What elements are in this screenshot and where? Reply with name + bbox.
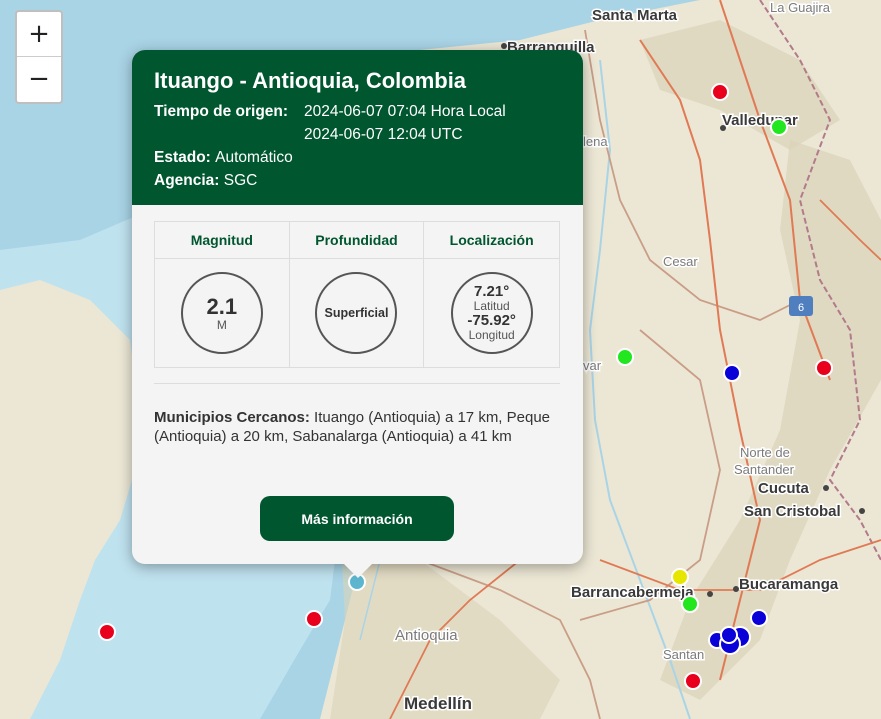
label-san-cristobal: San Cristobal	[744, 503, 841, 520]
depth-value: Superficial	[324, 306, 389, 320]
label-medellin: Medellín	[404, 694, 472, 713]
quake-marker[interactable]	[720, 626, 738, 644]
latitude-value: 7.21°	[474, 283, 510, 300]
popup-header: Ituango - Antioquia, Colombia Tiempo de …	[132, 50, 583, 205]
label-bolivar: var	[583, 358, 602, 373]
city-dot-san-cristobal	[859, 508, 865, 514]
status-value: Automático	[215, 149, 293, 166]
quake-marker[interactable]	[723, 364, 741, 382]
longitude-label: Longitud	[468, 328, 515, 342]
label-bucaramanga: Bucaramanga	[739, 576, 839, 593]
city-dot-barranquilla	[501, 43, 507, 49]
magnitude-value: 2.1	[206, 293, 238, 319]
nearby-municipalities: Municipios Cercanos: Ituango (Antioquia)…	[154, 408, 564, 446]
depth-cell: Superficial	[290, 259, 425, 367]
route-shield-label: 6	[798, 302, 804, 314]
label-la-guajira: La Guajira	[770, 0, 831, 15]
origin-time-row: Tiempo de origen: 2024-06-07 07:04 Hora …	[154, 100, 561, 123]
magnitude-cell: 2.1 M	[155, 259, 290, 367]
city-dot-barrancabermeja	[707, 591, 713, 597]
depth-header: Profundidad	[289, 222, 425, 259]
city-dot-bucaramanga	[733, 586, 739, 592]
label-antioquia: Antioquia	[395, 627, 458, 644]
quake-marker[interactable]	[750, 609, 768, 627]
city-dot-valledupar	[720, 125, 726, 131]
popup-divider	[154, 383, 560, 384]
utc-time-row: 2024-06-07 12:04 UTC	[154, 123, 561, 146]
label-norte-de-santander-1: Norte de	[740, 445, 790, 460]
quake-marker[interactable]	[770, 118, 788, 136]
status-label: Estado:	[154, 149, 211, 166]
magnitude-header: Magnitud	[155, 222, 290, 259]
popup-tip	[344, 564, 372, 578]
earthquake-popup: Ituango - Antioquia, Colombia Tiempo de …	[132, 50, 583, 578]
origin-time-label: Tiempo de origen:	[154, 103, 289, 120]
label-magdalena: lena	[583, 134, 608, 149]
stats-table: Magnitud Profundidad Localización 2.1 M …	[154, 221, 560, 368]
quake-marker[interactable]	[305, 610, 323, 628]
status-row: Estado: Automático	[154, 146, 561, 169]
agency-row: Agencia: SGC	[154, 169, 561, 192]
agency-label: Agencia:	[154, 172, 220, 189]
magnitude-unit: M	[216, 317, 227, 332]
location-cell: 7.21° Latitud -75.92° Longitud	[424, 259, 559, 367]
quake-marker[interactable]	[616, 348, 634, 366]
quake-marker[interactable]	[684, 672, 702, 690]
nearby-label: Municipios Cercanos:	[154, 409, 310, 426]
label-santa-marta: Santa Marta	[592, 7, 678, 24]
quake-marker[interactable]	[711, 83, 729, 101]
agency-value: SGC	[223, 172, 258, 189]
local-time: 2024-06-07 07:04 Hora Local	[304, 103, 506, 120]
zoom-control: + −	[15, 10, 63, 104]
label-norte-de-santander-2: Santander	[734, 462, 795, 477]
label-barrancabermeja: Barrancabermeja	[571, 584, 694, 601]
depth-circle: Superficial	[315, 272, 398, 354]
quake-marker[interactable]	[681, 595, 699, 613]
zoom-out-button[interactable]: −	[17, 57, 61, 102]
location-circle: 7.21° Latitud -75.92° Longitud	[450, 272, 533, 354]
utc-time: 2024-06-07 12:04 UTC	[304, 126, 463, 143]
location-header: Localización	[424, 222, 559, 259]
longitude-value: -75.92°	[467, 312, 516, 329]
quake-marker[interactable]	[98, 623, 116, 641]
city-dot-cucuta	[823, 485, 829, 491]
label-santander: Santan	[663, 647, 704, 662]
quake-marker[interactable]	[815, 359, 833, 377]
magnitude-circle: 2.1 M	[180, 272, 263, 354]
label-cesar: Cesar	[663, 254, 698, 269]
zoom-in-button[interactable]: +	[17, 12, 61, 57]
popup-title: Ituango - Antioquia, Colombia	[154, 68, 467, 93]
label-cucuta: Cucuta	[758, 480, 809, 497]
quake-marker[interactable]	[671, 568, 689, 586]
more-info-button[interactable]: Más información	[260, 496, 454, 541]
